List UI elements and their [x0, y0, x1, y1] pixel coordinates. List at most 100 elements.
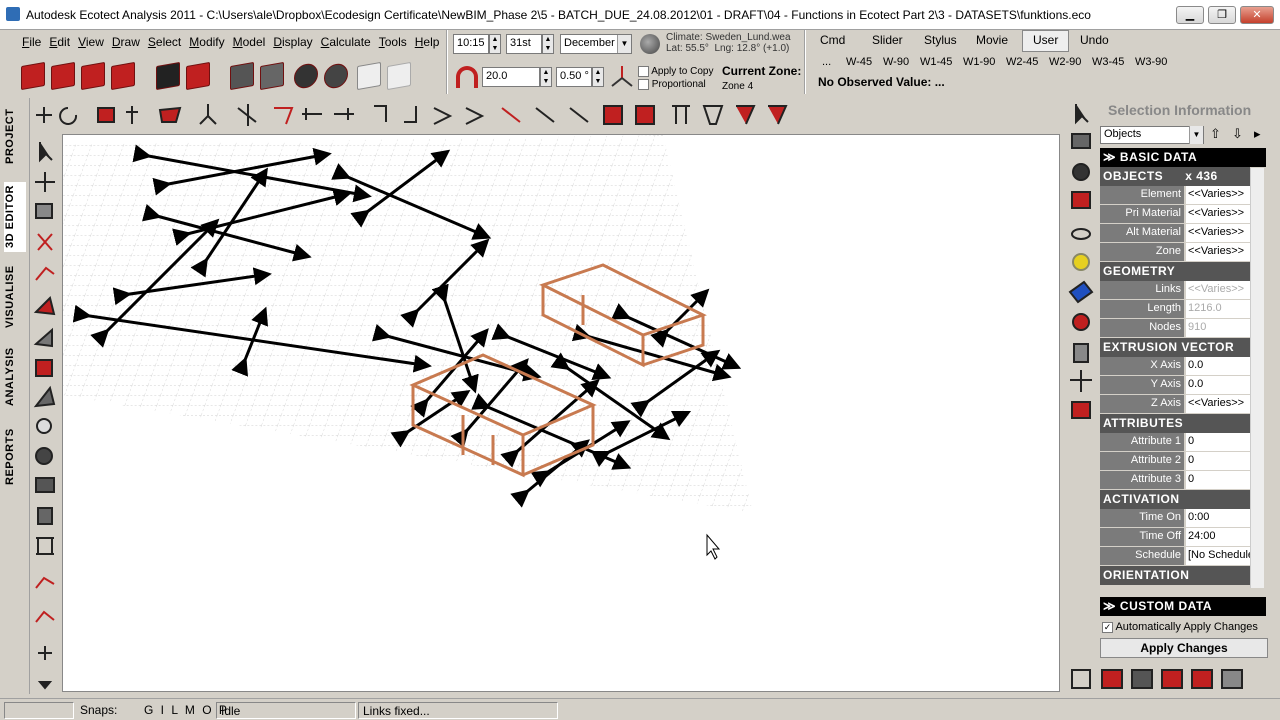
apply-to-copy-option[interactable]: Apply to Copy — [638, 66, 714, 77]
3d-viewport[interactable] — [62, 134, 1060, 692]
sun-path-icon[interactable] — [293, 61, 318, 91]
maximize-button[interactable]: ❐ — [1208, 6, 1236, 24]
status-state: Idle — [216, 702, 356, 719]
custom-data-header[interactable]: ≫ CUSTOM DATA — [1100, 597, 1266, 616]
proportional-option[interactable]: Proportional — [638, 79, 706, 90]
undo-button[interactable]: Undo — [1076, 30, 1113, 52]
apply-to-copy-checkbox[interactable] — [638, 66, 649, 77]
property-value[interactable]: 0.0 — [1186, 357, 1250, 375]
snap-angle-field[interactable]: 0.50 ° — [556, 67, 592, 87]
tab-3d-editor[interactable]: 3D EDITOR — [4, 182, 26, 252]
auto-apply-option[interactable]: ✓ Automatically Apply Changes — [1102, 621, 1258, 633]
right-tools-icons[interactable] — [1064, 96, 1098, 436]
menu-edit[interactable]: Edit — [45, 30, 74, 54]
bottom-view-icon-row[interactable] — [1064, 664, 1280, 696]
movie-button[interactable]: Movie — [972, 30, 1012, 52]
climate-globe-icon[interactable] — [640, 34, 660, 54]
view-w2-45[interactable]: W2-45 — [1006, 56, 1038, 68]
stylus-button[interactable]: Stylus — [920, 30, 961, 52]
user-button[interactable]: User — [1022, 30, 1070, 52]
menu-modify[interactable]: Modify — [185, 30, 228, 54]
menu-draw[interactable]: Draw — [108, 30, 144, 54]
proportional-checkbox[interactable] — [638, 79, 649, 90]
menu-file[interactable]: File — [18, 30, 45, 54]
property-value[interactable]: 0 — [1186, 471, 1250, 489]
minimize-button[interactable]: ▁ — [1176, 6, 1204, 24]
tab-analysis[interactable]: ANALYSIS — [4, 344, 26, 410]
view-w1-45[interactable]: W1-45 — [920, 56, 952, 68]
menu-tools[interactable]: Tools — [375, 30, 411, 54]
menu-view[interactable]: View — [74, 30, 108, 54]
section-header[interactable]: EXTRUSION VECTOR — [1100, 338, 1250, 357]
basic-data-header[interactable]: ≫ BASIC DATA — [1100, 148, 1266, 167]
time-field[interactable]: 10:15 — [453, 34, 489, 54]
draw-tools-icons[interactable] — [30, 134, 60, 694]
view-w-45[interactable]: W-45 — [846, 56, 872, 68]
month-select[interactable]: December ▼ — [560, 34, 632, 54]
section-header[interactable]: ATTRIBUTES — [1100, 414, 1250, 433]
property-value[interactable]: 0 — [1186, 433, 1250, 451]
snap-distance-field[interactable]: 20.0 — [482, 67, 540, 87]
property-value[interactable]: <<Varies>> — [1186, 205, 1250, 223]
slider-button[interactable]: Slider — [868, 30, 907, 52]
modify-toolbar-icons[interactable] — [30, 98, 800, 132]
property-scrollbar[interactable] — [1250, 168, 1264, 588]
auto-apply-checkbox[interactable]: ✓ — [1102, 621, 1113, 633]
property-value[interactable]: 24:00 — [1186, 528, 1250, 546]
time-spinner[interactable]: ▲ ▼ — [489, 34, 501, 54]
cmd-button[interactable]: Cmd — [816, 30, 849, 52]
tab-visualise[interactable]: VISUALISE — [4, 264, 26, 330]
tab-project[interactable]: PROJECT — [4, 106, 26, 166]
snap-distance-spinner[interactable]: ▲ ▼ — [540, 67, 552, 87]
redo-icon[interactable] — [387, 61, 412, 91]
model-canvas[interactable] — [63, 135, 1060, 692]
close-button[interactable]: ✕ — [1240, 6, 1274, 24]
view-more-button[interactable]: ... — [822, 56, 831, 68]
section-header[interactable]: ORIENTATION — [1100, 566, 1250, 585]
property-value[interactable]: 0 — [1186, 452, 1250, 470]
open-model-icon[interactable] — [51, 61, 75, 91]
property-value[interactable]: 0.0 — [1186, 376, 1250, 394]
snap-magnet-icon[interactable] — [456, 66, 478, 88]
view-w-90[interactable]: W-90 — [883, 56, 909, 68]
day-spinner[interactable]: ▲ ▼ — [542, 34, 554, 54]
menu-model[interactable]: Model — [229, 30, 270, 54]
undo-icon[interactable] — [357, 61, 382, 91]
shading-icon[interactable] — [323, 61, 348, 91]
snap-angle-spinner[interactable]: ▲ ▼ — [592, 67, 604, 87]
day-field[interactable]: 31st — [506, 34, 542, 54]
section-header[interactable]: GEOMETRY — [1100, 262, 1250, 281]
view-w2-90[interactable]: W2-90 — [1049, 56, 1081, 68]
view-w1-90[interactable]: W1-90 — [963, 56, 995, 68]
layers-icon[interactable] — [230, 61, 255, 91]
tab-reports[interactable]: REPORTS — [4, 424, 26, 490]
zones-icon[interactable] — [260, 61, 285, 91]
save-model-icon[interactable] — [81, 61, 105, 91]
menu-help[interactable]: Help — [411, 30, 444, 54]
axes-icon[interactable] — [610, 64, 634, 88]
display-icon[interactable] — [155, 61, 180, 91]
property-value[interactable]: <<Varies>> — [1186, 186, 1250, 204]
section-header[interactable]: ACTIVATION — [1100, 490, 1250, 509]
selection-filter-select[interactable]: Objects ▼ — [1100, 126, 1204, 144]
property-value[interactable]: [No Schedule] — [1186, 547, 1250, 565]
apply-changes-button[interactable]: Apply Changes — [1100, 638, 1268, 658]
new-model-icon[interactable] — [21, 61, 45, 91]
property-value[interactable]: <<Varies>> — [1186, 243, 1250, 261]
menu-display[interactable]: Display — [269, 30, 316, 54]
render-icon[interactable] — [185, 61, 210, 91]
property-value[interactable]: <<Varies>> — [1186, 395, 1250, 413]
property-value[interactable]: <<Varies>> — [1186, 224, 1250, 242]
property-value[interactable]: 0:00 — [1186, 509, 1250, 527]
view-w3-90[interactable]: W3-90 — [1135, 56, 1167, 68]
property-value[interactable]: 1216.0 — [1186, 300, 1250, 318]
prev-selection-button[interactable]: ⇧ — [1210, 126, 1221, 142]
property-value[interactable]: 910 — [1186, 319, 1250, 337]
export-icon[interactable] — [111, 61, 135, 91]
more-selection-button[interactable]: ▸ — [1254, 126, 1261, 142]
view-w3-45[interactable]: W3-45 — [1092, 56, 1124, 68]
next-selection-button[interactable]: ⇩ — [1232, 126, 1243, 142]
property-value[interactable]: <<Varies>> — [1186, 281, 1250, 299]
menu-select[interactable]: Select — [144, 30, 185, 54]
menu-calculate[interactable]: Calculate — [317, 30, 375, 54]
